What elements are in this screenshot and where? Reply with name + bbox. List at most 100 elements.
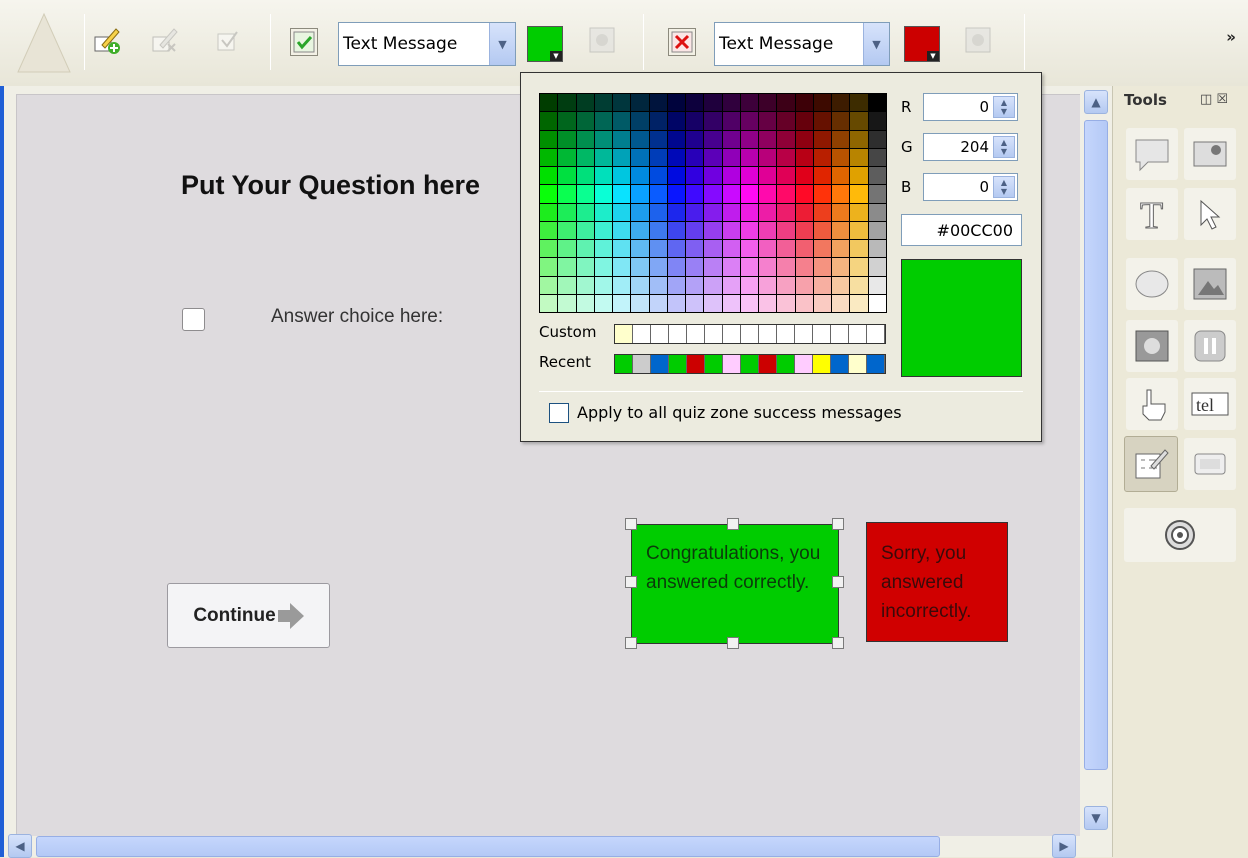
palette-swatch[interactable] (722, 258, 740, 276)
palette-swatch[interactable] (722, 167, 740, 185)
palette-swatch[interactable] (740, 167, 759, 185)
add-question-icon[interactable] (92, 26, 120, 54)
palette-swatch[interactable] (813, 221, 832, 239)
palette-swatch[interactable] (631, 258, 649, 276)
palette-swatch[interactable] (850, 148, 868, 166)
palette-swatch[interactable] (613, 221, 631, 239)
palette-swatch[interactable] (722, 94, 740, 112)
question-title[interactable]: Put Your Question here (181, 170, 480, 201)
palette-swatch[interactable] (649, 185, 667, 203)
color-chip[interactable] (705, 325, 723, 343)
failure-message-box[interactable]: Sorry, you answered incorrectly. (866, 522, 1008, 642)
palette-swatch[interactable] (722, 240, 740, 258)
palette-swatch[interactable] (649, 294, 667, 312)
palette-swatch[interactable] (613, 203, 631, 221)
palette-swatch[interactable] (686, 294, 704, 312)
palette-swatch[interactable] (594, 130, 613, 148)
palette-swatch[interactable] (722, 185, 740, 203)
palette-swatch[interactable] (686, 167, 704, 185)
palette-swatch[interactable] (649, 94, 667, 112)
palette-swatch[interactable] (832, 185, 850, 203)
palette-swatch[interactable] (850, 94, 868, 112)
palette-swatch[interactable] (594, 185, 613, 203)
color-chip[interactable] (777, 355, 795, 373)
palette-swatch[interactable] (832, 221, 850, 239)
palette-swatch[interactable] (850, 112, 868, 130)
button-icon[interactable] (1184, 438, 1236, 490)
palette-swatch[interactable] (795, 167, 813, 185)
palette-swatch[interactable] (740, 112, 759, 130)
quiz-icon[interactable] (1124, 436, 1178, 492)
palette-swatch[interactable] (795, 276, 813, 294)
palette-swatch[interactable] (667, 221, 686, 239)
palette-swatch[interactable] (667, 130, 686, 148)
palette-swatch[interactable] (540, 148, 558, 166)
palette-swatch[interactable] (704, 258, 722, 276)
palette-swatch[interactable] (777, 258, 795, 276)
color-palette-grid[interactable] (539, 93, 887, 313)
palette-swatch[interactable] (594, 221, 613, 239)
palette-swatch[interactable] (649, 276, 667, 294)
palette-swatch[interactable] (868, 94, 886, 112)
palette-swatch[interactable] (832, 294, 850, 312)
color-chip[interactable] (723, 325, 741, 343)
palette-swatch[interactable] (558, 167, 576, 185)
palette-swatch[interactable] (759, 221, 777, 239)
spinner-icon[interactable]: ▲ ▼ (993, 136, 1015, 158)
success-image-icon[interactable] (588, 26, 616, 54)
palette-swatch[interactable] (631, 221, 649, 239)
audio-spiral-icon[interactable] (1124, 508, 1236, 562)
palette-swatch[interactable] (576, 221, 594, 239)
palette-swatch[interactable] (832, 148, 850, 166)
palette-swatch[interactable] (777, 112, 795, 130)
palette-swatch[interactable] (594, 148, 613, 166)
scroll-right-icon[interactable]: ▶ (1052, 834, 1076, 858)
palette-swatch[interactable] (686, 221, 704, 239)
palette-swatch[interactable] (850, 276, 868, 294)
palette-swatch[interactable] (631, 276, 649, 294)
palette-swatch[interactable] (722, 276, 740, 294)
continue-button[interactable]: Continue (167, 583, 330, 648)
palette-swatch[interactable] (558, 276, 576, 294)
palette-swatch[interactable] (704, 185, 722, 203)
palette-swatch[interactable] (540, 240, 558, 258)
palette-swatch[interactable] (667, 112, 686, 130)
palette-swatch[interactable] (576, 94, 594, 112)
palette-swatch[interactable] (777, 185, 795, 203)
color-chip[interactable] (615, 355, 633, 373)
palette-swatch[interactable] (850, 185, 868, 203)
palette-swatch[interactable] (631, 112, 649, 130)
resize-handle[interactable] (625, 637, 637, 649)
palette-swatch[interactable] (813, 94, 832, 112)
palette-swatch[interactable] (832, 94, 850, 112)
palette-swatch[interactable] (813, 294, 832, 312)
palette-swatch[interactable] (613, 294, 631, 312)
palette-swatch[interactable] (777, 203, 795, 221)
palette-swatch[interactable] (649, 221, 667, 239)
palette-swatch[interactable] (649, 240, 667, 258)
failure-image-icon[interactable] (964, 26, 992, 54)
palette-swatch[interactable] (594, 94, 613, 112)
palette-swatch[interactable] (613, 112, 631, 130)
palette-swatch[interactable] (704, 240, 722, 258)
palette-swatch[interactable] (759, 203, 777, 221)
palette-swatch[interactable] (868, 258, 886, 276)
palette-swatch[interactable] (704, 167, 722, 185)
palette-swatch[interactable] (576, 203, 594, 221)
palette-swatch[interactable] (813, 167, 832, 185)
palette-swatch[interactable] (759, 240, 777, 258)
palette-swatch[interactable] (649, 148, 667, 166)
palette-swatch[interactable] (558, 130, 576, 148)
palette-swatch[interactable] (613, 240, 631, 258)
palette-swatch[interactable] (704, 94, 722, 112)
palette-swatch[interactable] (576, 276, 594, 294)
palette-swatch[interactable] (631, 130, 649, 148)
picture-frame-icon[interactable] (1184, 258, 1236, 310)
blue-field[interactable]: 0 ▲ ▼ (923, 173, 1018, 201)
palette-swatch[interactable] (777, 276, 795, 294)
palette-swatch[interactable] (686, 203, 704, 221)
palette-swatch[interactable] (795, 258, 813, 276)
palette-swatch[interactable] (813, 148, 832, 166)
resize-handle[interactable] (625, 518, 637, 530)
color-chip[interactable] (849, 325, 867, 343)
